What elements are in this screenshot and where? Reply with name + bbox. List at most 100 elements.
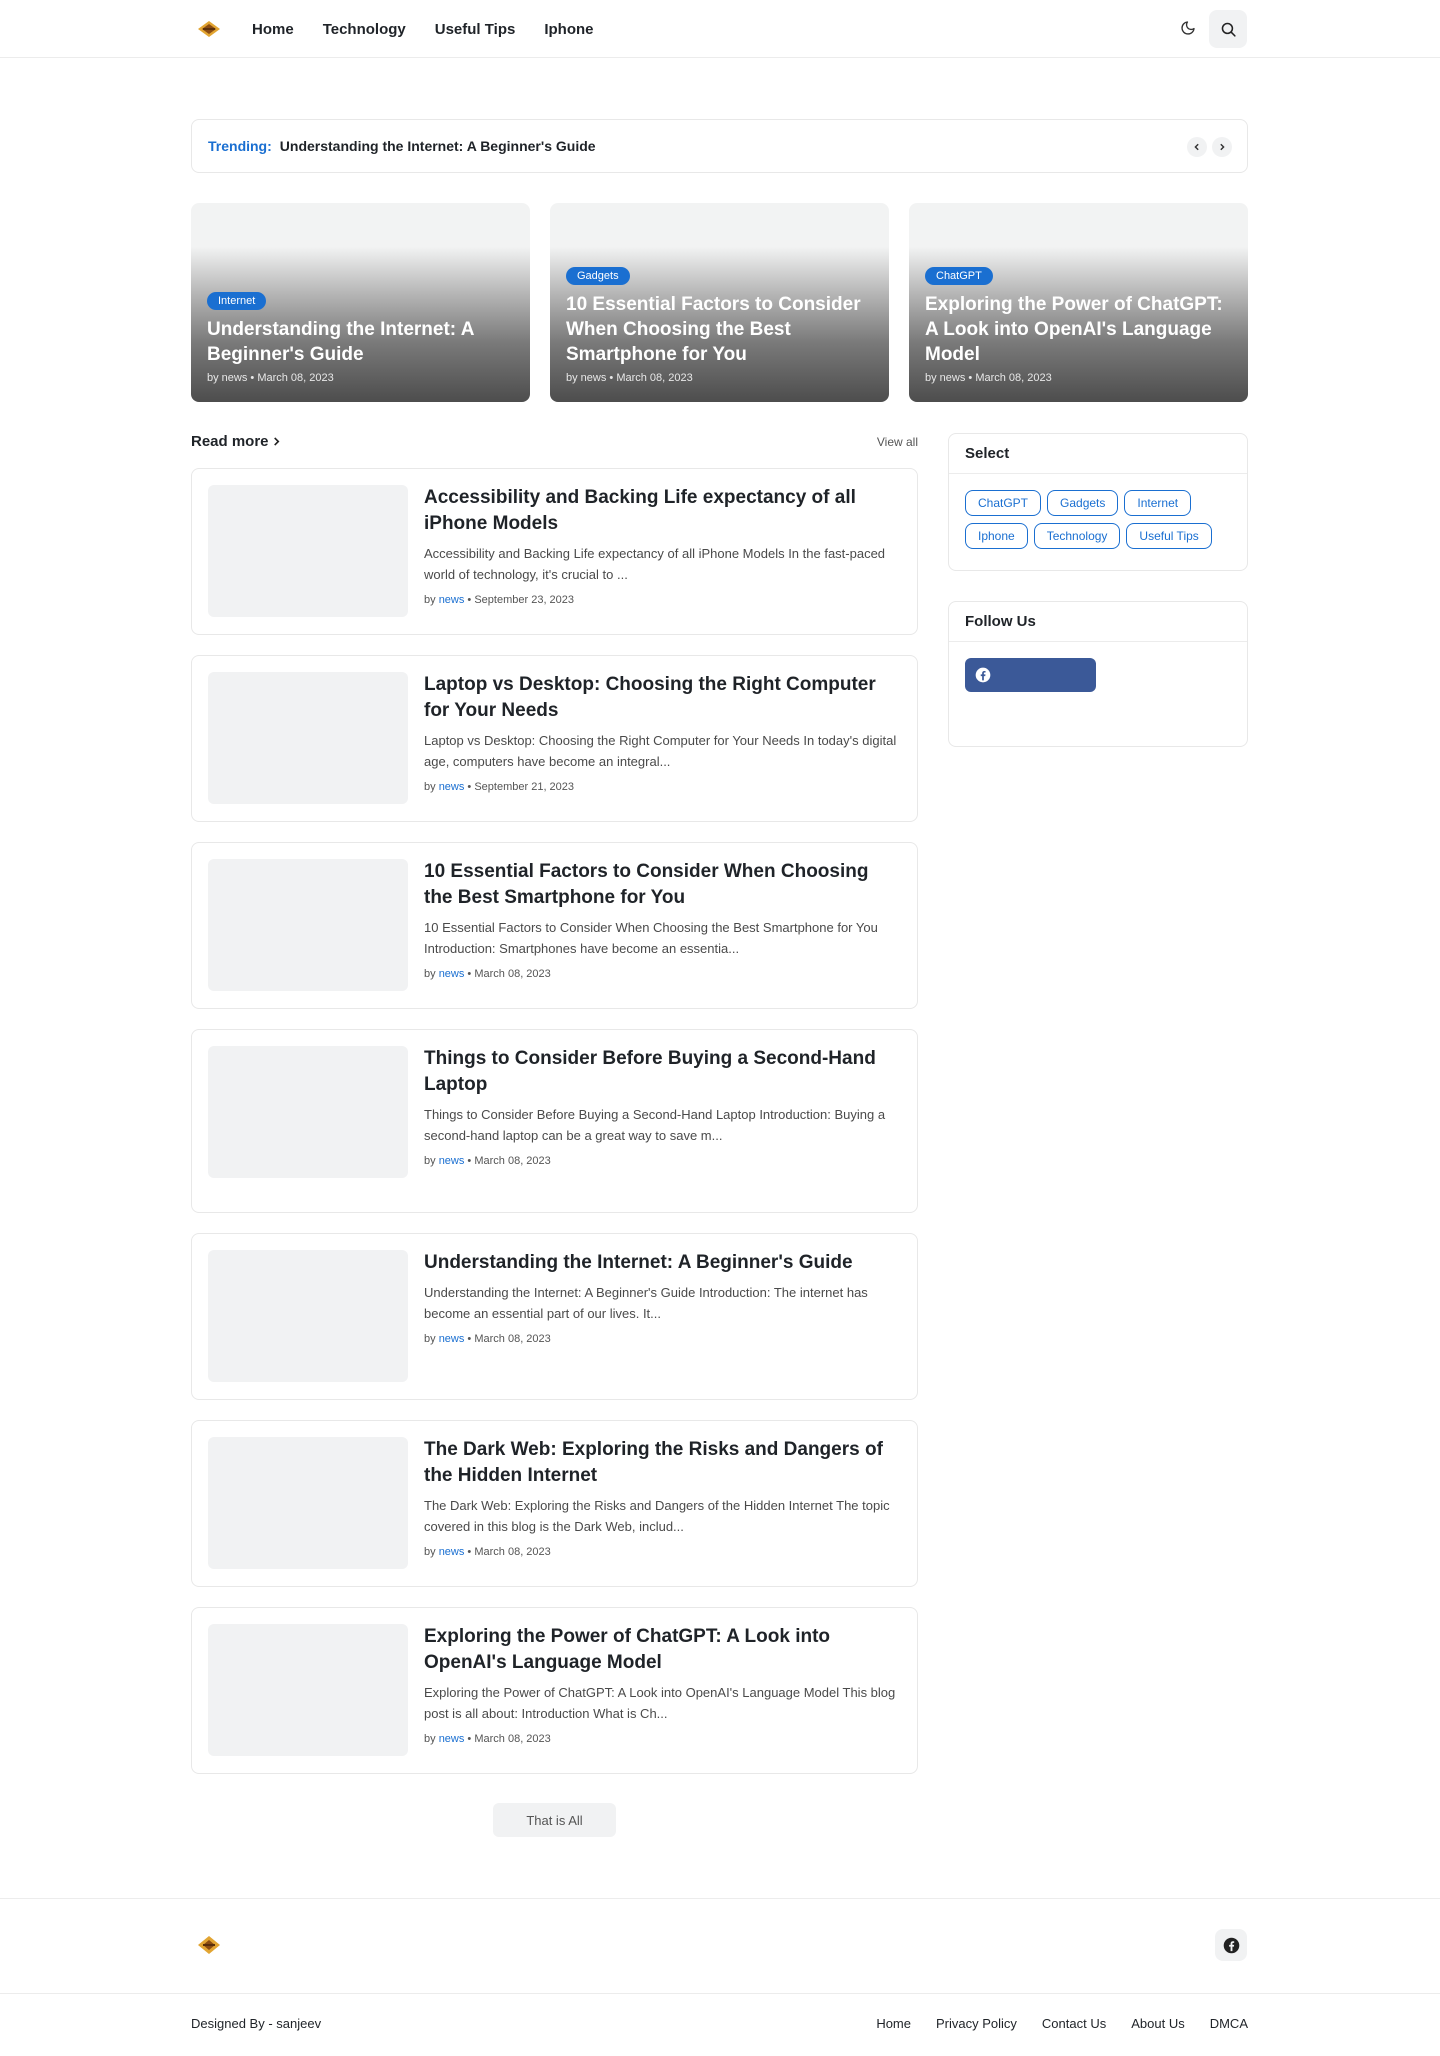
trending-next-button[interactable]	[1212, 137, 1232, 157]
post-card: Accessibility and Backing Life expectanc…	[191, 468, 918, 635]
nav-item-useful-tips[interactable]: Useful Tips	[435, 21, 516, 38]
nav-item-home[interactable]: Home	[252, 21, 294, 38]
post-card: Laptop vs Desktop: Choosing the Right Co…	[191, 655, 918, 822]
featured-post-title[interactable]: Understanding the Internet: A Beginner's…	[207, 317, 514, 367]
follow-us-widget: Follow Us	[948, 601, 1248, 747]
post-author-link[interactable]: news	[439, 1155, 465, 1167]
footer-link-contact-us[interactable]: Contact Us	[1042, 2016, 1106, 2031]
featured-post-meta: by news • March 08, 2023	[207, 372, 334, 384]
post-meta-by: by	[424, 594, 436, 606]
post-snippet: Things to Consider Before Buying a Secon…	[424, 1107, 886, 1143]
post-author-link[interactable]: news	[439, 1546, 465, 1558]
featured-post-card[interactable]: Gadgets 10 Essential Factors to Consider…	[550, 203, 889, 402]
post-author-link[interactable]: news	[439, 1333, 465, 1345]
post-card: The Dark Web: Exploring the Risks and Da…	[191, 1420, 918, 1587]
post-title[interactable]: Accessibility and Backing Life expectanc…	[424, 485, 901, 537]
featured-post-meta: by news • March 08, 2023	[925, 372, 1052, 384]
post-date: • March 08, 2023	[464, 968, 551, 980]
section-header: Read more View all	[191, 433, 918, 450]
widget-title: Select	[949, 434, 1247, 474]
nav-item-iphone[interactable]: Iphone	[544, 21, 593, 38]
footer-top	[0, 1898, 1440, 1994]
post-thumbnail[interactable]	[208, 1250, 408, 1382]
search-button[interactable]	[1209, 10, 1247, 48]
post-meta-by: by	[424, 968, 436, 980]
post-meta: by news • March 08, 2023	[424, 1333, 901, 1345]
tag-internet[interactable]: Internet	[1124, 490, 1192, 516]
widget-title: Follow Us	[949, 602, 1247, 642]
post-title[interactable]: Understanding the Internet: A Beginner's…	[424, 1250, 901, 1276]
site-logo-icon[interactable]	[197, 20, 221, 38]
trending-link[interactable]: Understanding the Internet: A Beginner's…	[280, 138, 596, 154]
post-thumbnail[interactable]	[208, 859, 408, 991]
post-meta: by news • March 08, 2023	[424, 968, 901, 980]
search-icon	[1221, 22, 1236, 37]
post-author-link[interactable]: news	[439, 594, 465, 606]
tag-useful-tips[interactable]: Useful Tips	[1126, 523, 1212, 549]
view-all-link[interactable]: View all	[877, 435, 918, 449]
featured-post-title[interactable]: 10 Essential Factors to Consider When Ch…	[566, 292, 873, 367]
post-thumbnail[interactable]	[208, 1437, 408, 1569]
main-nav: Home Technology Useful Tips Iphone	[252, 0, 594, 58]
post-card: Things to Consider Before Buying a Secon…	[191, 1029, 918, 1213]
post-title[interactable]: Exploring the Power of ChatGPT: A Look i…	[424, 1624, 901, 1676]
post-thumbnail[interactable]	[208, 1046, 408, 1178]
post-card: Understanding the Internet: A Beginner's…	[191, 1233, 918, 1400]
post-date: • March 08, 2023	[464, 1333, 551, 1345]
featured-post-meta: by news • March 08, 2023	[566, 372, 693, 384]
post-snippet: Understanding the Internet: A Beginner's…	[424, 1285, 868, 1321]
post-author-link[interactable]: news	[439, 1733, 465, 1745]
label-widget: Select ChatGPT Gadgets Internet Iphone T…	[948, 433, 1248, 571]
post-author-link[interactable]: news	[439, 781, 465, 793]
post-snippet: Exploring the Power of ChatGPT: A Look i…	[424, 1685, 896, 1721]
section-title: Read more	[191, 433, 281, 450]
footer-link-privacy-policy[interactable]: Privacy Policy	[936, 2016, 1017, 2031]
footer-link-about-us[interactable]: About Us	[1131, 2016, 1184, 2031]
post-thumbnail[interactable]	[208, 1624, 408, 1756]
nav-item-technology[interactable]: Technology	[323, 21, 406, 38]
category-badge[interactable]: Gadgets	[566, 267, 630, 285]
footer-facebook-button[interactable]	[1215, 1929, 1247, 1961]
post-meta-by: by	[424, 1733, 436, 1745]
featured-post-title[interactable]: Exploring the Power of ChatGPT: A Look i…	[925, 292, 1232, 367]
post-date: • September 23, 2023	[464, 594, 575, 606]
tag-gadgets[interactable]: Gadgets	[1047, 490, 1119, 516]
top-navbar: Home Technology Useful Tips Iphone	[0, 0, 1440, 58]
trending-prev-button[interactable]	[1187, 137, 1207, 157]
post-date: • September 21, 2023	[464, 781, 575, 793]
post-date: • March 08, 2023	[464, 1546, 551, 1558]
footer-credit: Designed By - sanjeev	[191, 2016, 322, 2031]
post-meta: by news • September 21, 2023	[424, 781, 901, 793]
post-title[interactable]: Things to Consider Before Buying a Secon…	[424, 1046, 901, 1098]
chevron-left-icon	[1194, 143, 1199, 151]
post-meta-by: by	[424, 1333, 436, 1345]
post-snippet: Accessibility and Backing Life expectanc…	[424, 546, 886, 582]
post-snippet: 10 Essential Factors to Consider When Ch…	[424, 920, 878, 956]
dark-mode-toggle[interactable]	[1178, 18, 1198, 38]
tag-chatgpt[interactable]: ChatGPT	[965, 490, 1042, 516]
post-title[interactable]: 10 Essential Factors to Consider When Ch…	[424, 859, 901, 911]
post-thumbnail[interactable]	[208, 672, 408, 804]
footer-link-home[interactable]: Home	[876, 2016, 911, 2031]
section-title-text: Read more	[191, 433, 269, 450]
post-meta: by news • March 08, 2023	[424, 1155, 901, 1167]
post-thumbnail[interactable]	[208, 485, 408, 617]
tag-iphone[interactable]: Iphone	[965, 523, 1028, 549]
featured-post-card[interactable]: Internet Understanding the Internet: A B…	[191, 203, 530, 402]
footer-link-dmca[interactable]: DMCA	[1210, 2016, 1248, 2031]
load-more-button[interactable]: That is All	[493, 1803, 616, 1837]
tag-technology[interactable]: Technology	[1033, 523, 1121, 549]
tag-cloud: ChatGPT Gadgets Internet Iphone Technolo…	[949, 474, 1247, 565]
facebook-follow-button[interactable]	[965, 658, 1096, 692]
post-title[interactable]: Laptop vs Desktop: Choosing the Right Co…	[424, 672, 901, 724]
post-meta: by news • March 08, 2023	[424, 1546, 901, 1558]
category-badge[interactable]: ChatGPT	[925, 267, 993, 285]
post-title[interactable]: The Dark Web: Exploring the Risks and Da…	[424, 1437, 901, 1489]
featured-post-card[interactable]: ChatGPT Exploring the Power of ChatGPT: …	[909, 203, 1248, 402]
post-card: Exploring the Power of ChatGPT: A Look i…	[191, 1607, 918, 1774]
post-meta: by news • March 08, 2023	[424, 1733, 901, 1745]
footer-logo-icon[interactable]	[197, 1933, 221, 1957]
category-badge[interactable]: Internet	[207, 292, 267, 310]
post-meta: by news • September 23, 2023	[424, 594, 901, 606]
post-author-link[interactable]: news	[439, 968, 465, 980]
